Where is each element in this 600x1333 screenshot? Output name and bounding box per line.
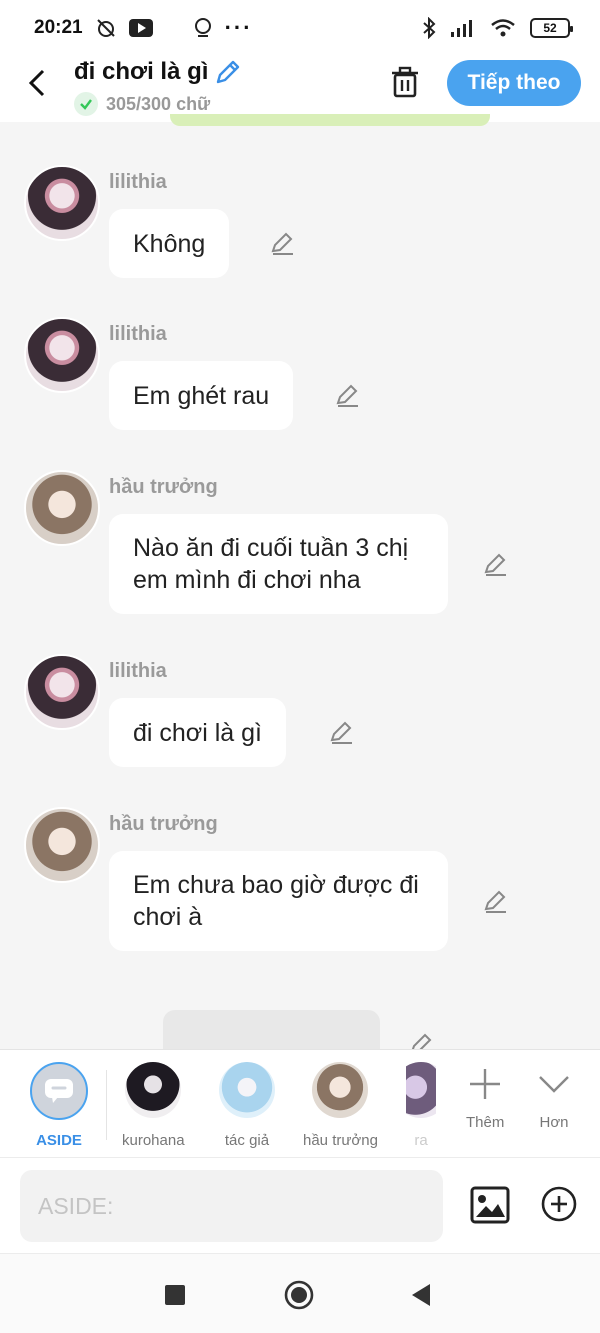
square-icon: [165, 1285, 185, 1305]
add-circle-icon[interactable]: [541, 1186, 577, 1222]
hau-truong-avatar[interactable]: [24, 470, 100, 546]
plus-icon: [470, 1069, 501, 1099]
chevron-left-icon: [28, 69, 45, 97]
previous-bubble-edge: [170, 114, 490, 126]
home-circle-icon: [284, 1280, 314, 1310]
battery-indicator: 52: [530, 18, 573, 38]
chevron-down-icon: [539, 1076, 569, 1093]
trash-icon: [392, 66, 418, 98]
character-label: ra: [414, 1132, 428, 1149]
alarm-off-icon: [96, 19, 115, 37]
message-input[interactable]: [20, 1170, 443, 1242]
message-bubble[interactable]: Nào ăn đi cuối tuần 3 chị em mình đi chơ…: [109, 514, 448, 614]
hau-truong-avatar: [312, 1062, 369, 1118]
wifi-icon: [491, 19, 515, 37]
signal-icon: [451, 20, 472, 37]
input-bar: [0, 1157, 600, 1253]
lilithia-avatar[interactable]: [24, 654, 100, 730]
edit-message-icon[interactable]: [334, 381, 362, 409]
divider: [106, 1070, 107, 1140]
kurohana-avatar: [125, 1062, 182, 1118]
partial-avatar: [406, 1062, 436, 1118]
character-label: tác giả: [224, 1132, 270, 1149]
aside-avatar: [30, 1062, 88, 1120]
editor-header: đi chơi là gì 305/300 chữ Tiếp theo: [0, 56, 600, 122]
message-bubble[interactable]: Em chưa bao giờ được đi chơi à: [109, 851, 448, 951]
message-bubble[interactable]: đi chơi là gì: [109, 698, 286, 767]
check-icon: [74, 92, 98, 116]
story-title: đi chơi là gì: [74, 58, 209, 85]
character-hau-truong[interactable]: hầu trưởng: [303, 1062, 378, 1149]
edit-title-icon[interactable]: [214, 58, 242, 86]
home-button[interactable]: [284, 1280, 314, 1310]
back-nav-button[interactable]: [406, 1280, 436, 1310]
image-icon[interactable]: [470, 1186, 510, 1224]
edit-message-icon[interactable]: [482, 887, 510, 915]
system-nav-bar: [0, 1253, 600, 1333]
message-bubble[interactable]: Không: [109, 209, 230, 278]
edit-message-icon[interactable]: [269, 229, 297, 257]
character-label: kurohana: [122, 1132, 185, 1149]
sender-name: lilithia: [109, 323, 167, 345]
bluetooth-icon: [423, 17, 436, 39]
next-button[interactable]: Tiếp theo: [447, 60, 581, 106]
lilithia-avatar[interactable]: [24, 165, 100, 241]
triangle-back-icon: [412, 1284, 430, 1306]
tac-gia-avatar: [219, 1062, 275, 1118]
add-character-button[interactable]: Thêm: [466, 1066, 504, 1131]
sender-name: hầu trưởng: [109, 476, 218, 498]
partial-message-bubble: [163, 1010, 380, 1050]
sender-name: hầu trưởng: [109, 813, 218, 835]
message-bubble[interactable]: Em ghét rau: [109, 361, 294, 430]
hau-truong-avatar[interactable]: [24, 807, 100, 883]
delete-button[interactable]: [386, 62, 424, 102]
recents-button[interactable]: [160, 1280, 190, 1310]
status-time: 20:21: [34, 17, 83, 38]
add-label: Thêm: [466, 1114, 505, 1131]
sender-name: lilithia: [109, 660, 167, 682]
more-characters-button[interactable]: Hơn: [537, 1066, 571, 1131]
character-bar: ASIDE kurohana tác giả hầu trưởng ra Thê…: [0, 1049, 600, 1157]
message-icon: [45, 1079, 73, 1103]
status-bar: 20:21 ··· 52: [0, 0, 600, 56]
character-partial[interactable]: ra: [406, 1062, 436, 1149]
character-label: hầu trưởng: [303, 1132, 378, 1149]
back-button[interactable]: [20, 66, 54, 100]
more-label: Hơn: [539, 1114, 569, 1131]
character-aside[interactable]: ASIDE: [30, 1062, 88, 1149]
youtube-icon: [128, 19, 153, 37]
lilithia-avatar[interactable]: [24, 317, 100, 393]
sender-name: lilithia: [109, 171, 167, 193]
word-counter: 305/300 chữ: [106, 93, 211, 114]
edit-message-icon[interactable]: [328, 718, 356, 746]
edit-message-icon[interactable]: [482, 550, 510, 578]
character-label: ASIDE: [36, 1132, 82, 1149]
notification-icon: [194, 18, 211, 37]
more-status-icon: ···: [224, 15, 253, 40]
character-kurohana[interactable]: kurohana: [122, 1062, 185, 1149]
character-tac-gia[interactable]: tác giả: [219, 1062, 275, 1149]
